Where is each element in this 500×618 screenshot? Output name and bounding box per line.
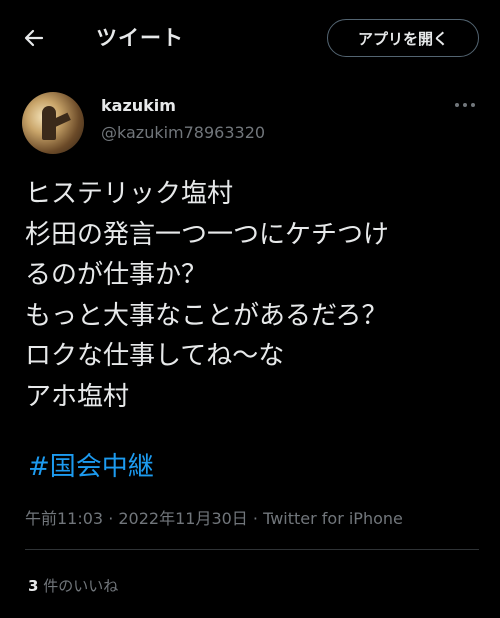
page-title: ツイート [96,26,184,50]
tweet-line: アホ塩村 [25,381,130,412]
top-bar: ツイート アプリを開く [0,0,500,78]
likes-number: 3 [28,577,39,595]
tweet-line: るのが仕事か？ [25,260,208,290]
back-arrow-icon[interactable] [22,26,46,50]
tweet-line: もっと大事なことがあるだろ？ [25,300,388,331]
divider [25,549,479,550]
author-handle[interactable]: @kazukim78963320 [101,123,265,142]
avatar[interactable] [22,92,84,154]
tweet-timestamp: 午前11:03 · 2022年11月30日 · Twitter for iPho… [25,509,403,528]
author-name[interactable]: kazukim [101,96,176,115]
tweet-line: ヒステリック塩村 [25,179,234,209]
more-options-icon[interactable] [454,96,476,112]
open-app-button[interactable]: アプリを開く [327,19,479,57]
likes-count[interactable]: 3 件のいいね [28,575,118,596]
likes-label: 件のいいね [38,577,119,595]
tweet-line: ロクな仕事してね〜な [25,341,285,371]
tweet-line: 杉田の発言一つ一つにケチつけ [25,219,390,250]
tweet-text: ヒステリック塩村 杉田の発言一つ一つにケチつけ るのが仕事か？ もっと大事なこと… [25,174,485,417]
hashtag-link[interactable]: #国会中継 [28,446,154,483]
